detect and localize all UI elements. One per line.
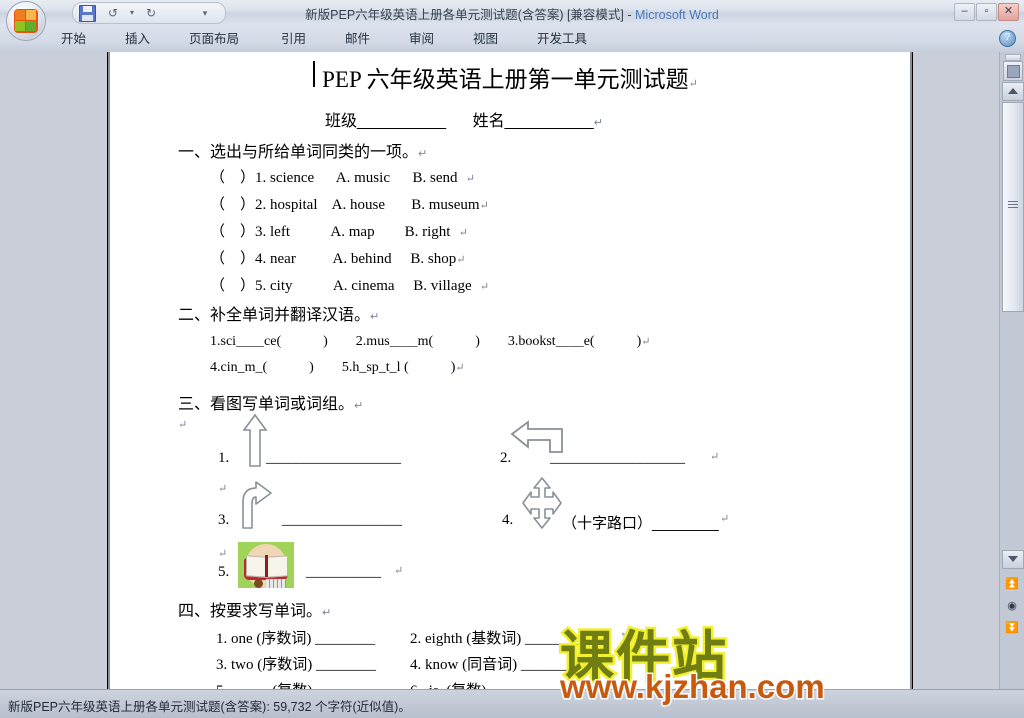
office-logo-icon <box>14 9 38 33</box>
status-bar-text: 新版PEP六年级英语上册各单元测试题(含答案): 59,732 个字符(近似值)… <box>8 700 411 714</box>
office-button[interactable] <box>6 1 46 41</box>
section3-item-4-text: （十字路口）________ <box>562 515 719 532</box>
site-watermark: 课件站 课件站 www.kjzhan.com www.kjzhan.com <box>558 612 1024 708</box>
maximize-button[interactable]: ▫ <box>976 3 997 21</box>
section2-row-2: 4.cin_m_( ) 5.h_sp_t_l ( )↵ <box>210 360 465 375</box>
watermark-url: www.kjzhan.com <box>560 668 825 705</box>
document-canvas[interactable]: PEP 六年级英语上册第一单元测试题↵ 班级__________ 姓名_____… <box>0 52 1000 690</box>
four-way-arrow-shape[interactable] <box>522 477 562 529</box>
document-body: PEP 六年级英语上册第一单元测试题↵ 班级__________ 姓名_____… <box>110 52 910 690</box>
section3-item-2-number: 2. <box>500 450 512 466</box>
window-title-app: Microsoft Word <box>635 8 719 22</box>
up-arrow-shape[interactable] <box>242 414 268 468</box>
pilcrow-mark: ↵ <box>710 451 720 463</box>
scroll-up-button[interactable] <box>1002 82 1024 101</box>
tab-insert[interactable]: 插入 <box>116 29 159 50</box>
tab-review[interactable]: 审阅 <box>400 29 443 50</box>
window-controls: – ▫ ✕ <box>954 3 1020 21</box>
previous-page-icon[interactable]: ⏫ <box>1004 576 1020 592</box>
section1-heading: 一、选出与所给单词同类的一项。↵ <box>178 144 428 161</box>
section4-row-1-left: 1. one (序数词) ________ <box>216 631 376 647</box>
pilcrow-mark: ↵ <box>688 78 698 90</box>
section1-item-1: （ ）1. science A. music B. send ↵ <box>210 170 475 186</box>
section1-item-2: （ ）2. hospital A. house B. museum↵ <box>210 197 489 213</box>
section3-item-4-number: 4. <box>502 512 514 528</box>
tab-page-layout[interactable]: 页面布局 <box>180 29 248 50</box>
section4-row-1-right: 2. eighth (基数词) ________ <box>410 631 585 647</box>
document-page[interactable]: PEP 六年级英语上册第一单元测试题↵ 班级__________ 姓名_____… <box>110 52 910 690</box>
window-title: 新版PEP六年级英语上册各单元测试题(含答案) [兼容模式] - Microso… <box>0 4 1024 23</box>
tab-mailings[interactable]: 邮件 <box>336 29 379 50</box>
pilcrow-mark: ↵ <box>394 565 404 577</box>
section2-row-1: 1.sci＿＿ce( ) 2.mus＿＿m( ) 3.bookst＿＿e( )↵ <box>210 334 651 349</box>
section3-item-3-blank: ________________ <box>282 512 402 528</box>
pilcrow-mark: ↵ <box>218 483 228 495</box>
ribbon-tab-bar: 开始 插入 页面布局 引用 邮件 审阅 视图 开发工具 ? <box>0 26 1024 53</box>
close-button[interactable]: ✕ <box>998 3 1019 21</box>
section3-item-5-blank: __________ <box>306 564 381 580</box>
help-icon[interactable]: ? <box>999 30 1016 47</box>
section1-item-4: （ ）4. near A. behind B. shop↵ <box>210 251 466 267</box>
section4-row-2-right: 4. know (同音词) _______ <box>410 657 574 673</box>
section3-item-5-number: 5. <box>218 564 230 580</box>
section3-heading: 三、看图写单词或词组。↵ <box>178 396 364 413</box>
tab-home[interactable]: 开始 <box>52 29 95 50</box>
window-title-document: 新版PEP六年级英语上册各单元测试题(含答案) [兼容模式] <box>305 8 624 22</box>
section1-item-3: （ ）3. left A. map B. right ↵ <box>210 224 468 240</box>
scrollbar-thumb[interactable] <box>1002 102 1024 312</box>
section2-heading: 二、补全单词并翻译汉语。↵ <box>178 307 380 324</box>
word-window: ↺ ▾ ↻ ▾ 新版PEP六年级英语上册各单元测试题(含答案) [兼容模式] -… <box>0 0 1024 718</box>
section3-item-3-number: 3. <box>218 512 230 528</box>
header-fields-line: 班级__________ 姓名__________↵ <box>325 113 603 130</box>
section3-item-1-number: 1. <box>218 450 230 466</box>
vertical-scrollbar[interactable]: ⏫ ◉ ⏬ <box>999 52 1024 690</box>
view-ruler-icon[interactable] <box>1003 61 1023 81</box>
section3-item-1-blank: __________________ <box>266 450 401 466</box>
title-bar: ↺ ▾ ↻ ▾ 新版PEP六年级英语上册各单元测试题(含答案) [兼容模式] -… <box>0 0 1024 41</box>
section3-item-2-blank: __________________ <box>550 450 685 466</box>
document-title: PEP 六年级英语上册第一单元测试题↵ <box>322 67 698 92</box>
tab-developer[interactable]: 开发工具 <box>528 29 596 50</box>
minimize-button[interactable]: – <box>954 3 975 21</box>
section1-item-5: （ ）5. city A. cinema B. village ↵ <box>210 278 490 294</box>
page-edge-left <box>107 52 109 690</box>
tab-references[interactable]: 引用 <box>272 29 315 50</box>
open-book-image[interactable] <box>238 542 294 588</box>
curve-right-arrow-shape[interactable] <box>240 480 274 530</box>
page-edge-right <box>911 52 913 690</box>
scroll-down-button[interactable] <box>1002 550 1024 569</box>
section4-heading: 四、按要求写单词。↵ <box>178 603 332 620</box>
pilcrow-mark: ↵ <box>720 513 730 525</box>
section4-row-2-left: 3. two (序数词) ________ <box>216 657 376 673</box>
split-window-handle[interactable] <box>1005 54 1021 61</box>
window-title-separator: - <box>623 8 636 22</box>
tab-view[interactable]: 视图 <box>464 29 507 50</box>
pilcrow-mark: ↵ <box>218 548 228 560</box>
pilcrow-mark: ↵ <box>178 419 188 431</box>
